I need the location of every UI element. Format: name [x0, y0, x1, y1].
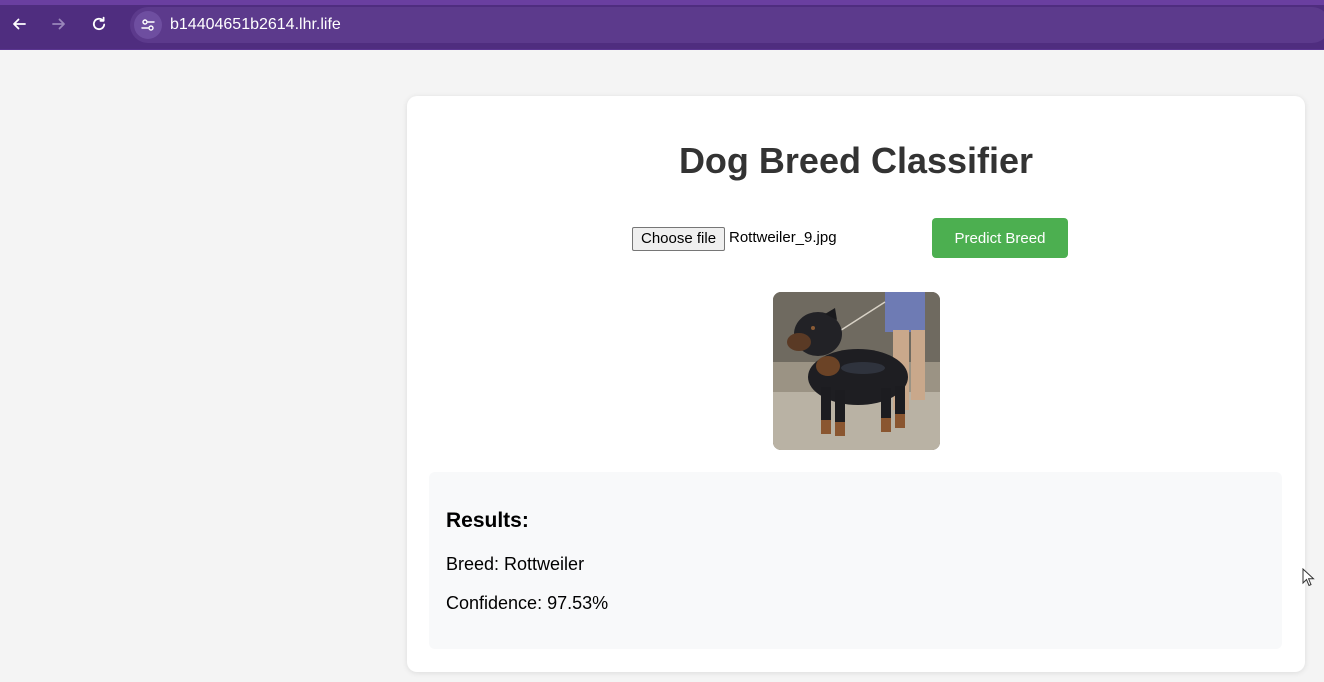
confidence-result: Confidence: 97.53%	[446, 593, 609, 613]
browser-tab-strip	[0, 0, 1324, 5]
dog-preview-image	[773, 292, 940, 450]
choose-file-button[interactable]: Choose file	[632, 227, 726, 251]
predict-breed-button[interactable]: Predict Breed	[932, 218, 1068, 258]
reload-icon	[93, 16, 106, 31]
url-text[interactable]: b14404651b2614.lhr.life	[170, 16, 341, 34]
back-button[interactable]	[7, 12, 31, 36]
back-arrow-icon	[13, 18, 26, 30]
mouse-pointer-icon	[1302, 568, 1315, 587]
results-heading: Results:	[446, 509, 529, 532]
site-info-button[interactable]	[134, 11, 162, 39]
page-title: Dog Breed Classifier	[678, 140, 1034, 181]
results-panel: Results: Breed: Rottweiler Confidence: 9…	[429, 472, 1282, 649]
browser-toolbar: b14404651b2614.lhr.life	[0, 0, 1324, 50]
breed-result: Breed: Rottweiler	[446, 554, 585, 574]
site-info-icon	[141, 19, 155, 31]
forward-arrow-icon	[52, 18, 65, 30]
reload-button[interactable]	[87, 12, 111, 36]
address-bar[interactable]: b14404651b2614.lhr.life	[130, 7, 1324, 43]
selected-file-name: Rottweiler_9.jpg	[729, 229, 837, 246]
classifier-card: Dog Breed Classifier Choose file Rottwei…	[407, 96, 1305, 672]
forward-button[interactable]	[47, 12, 71, 36]
